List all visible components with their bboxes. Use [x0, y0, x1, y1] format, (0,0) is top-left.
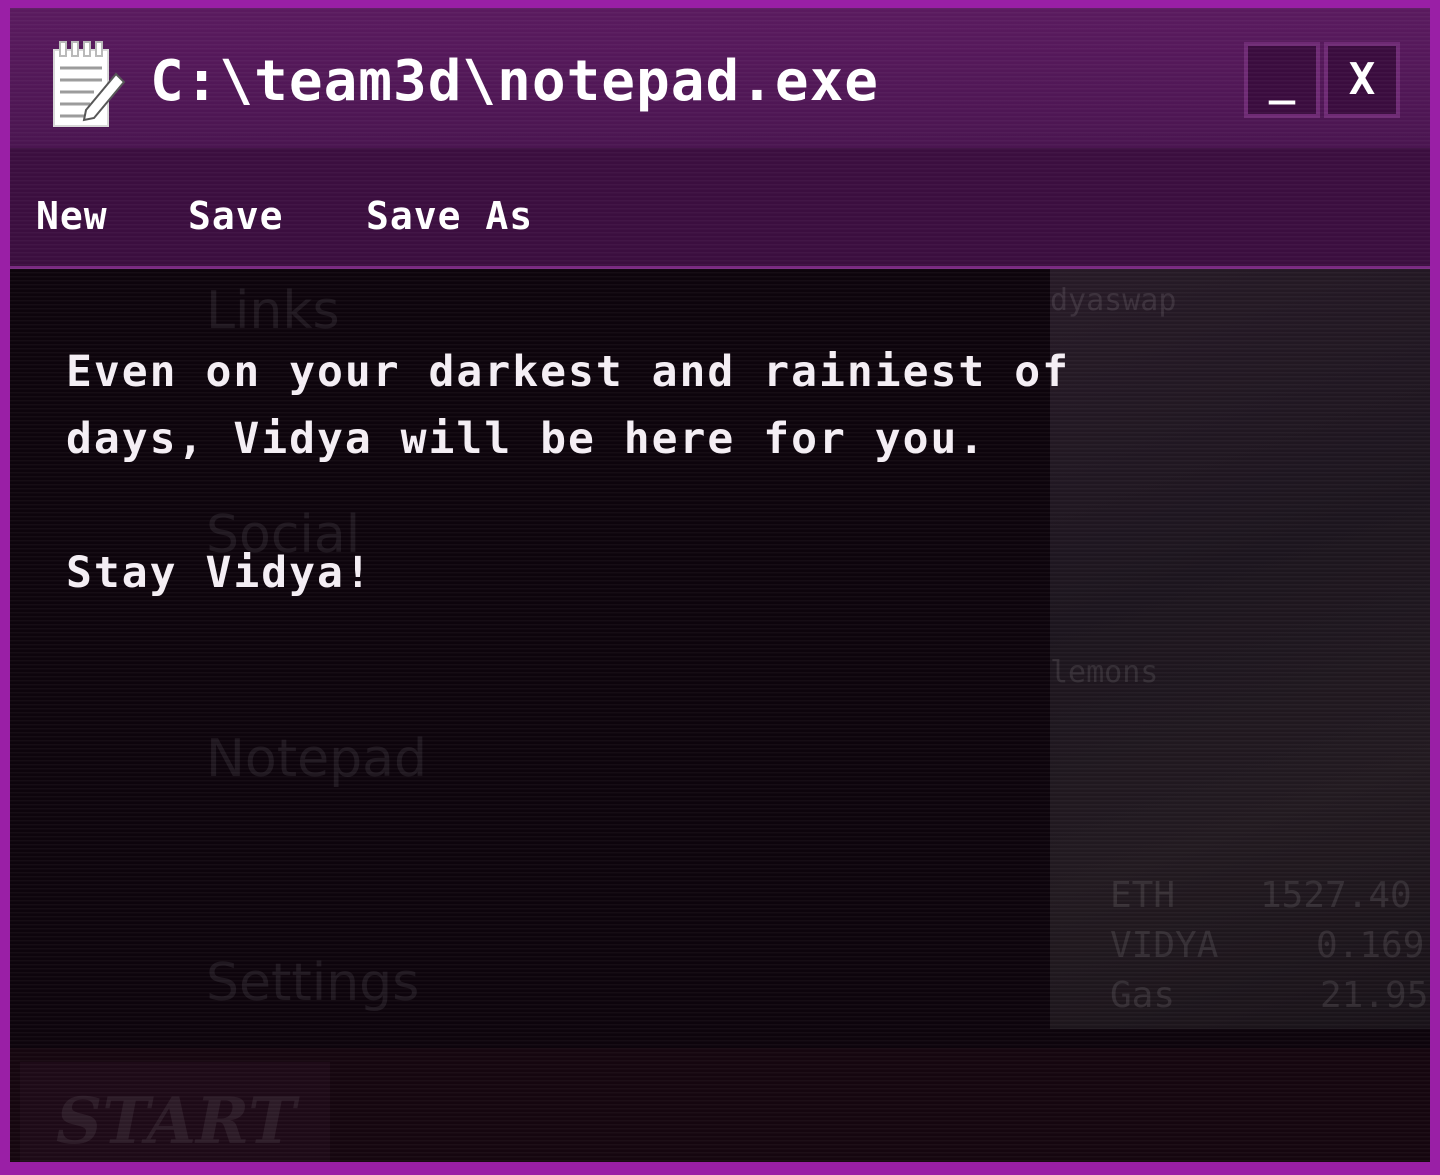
ghost-price-value: 1527.40 — [1260, 875, 1412, 916]
ghost-price-name: Gas — [1110, 975, 1176, 1016]
window-title: C:\team3d\notepad.exe — [150, 49, 880, 114]
notepad-window: C:\team3d\notepad.exe _ X New Save Save … — [10, 8, 1430, 1162]
ghost-settings-label: Settings — [206, 953, 420, 1013]
menu-new-button[interactable]: New — [36, 194, 108, 238]
ghost-lemons-label: lemons — [1050, 655, 1159, 690]
ghost-links-label: Links — [206, 281, 340, 341]
close-button[interactable]: X — [1324, 42, 1400, 118]
minimize-button[interactable]: _ — [1244, 42, 1320, 118]
ghost-price-value: 0.169 — [1316, 925, 1425, 966]
note-textarea[interactable]: Even on your darkest and rainiest of day… — [66, 339, 1316, 607]
menu-save-button[interactable]: Save — [188, 194, 284, 238]
ghost-price-name: VIDYA — [1110, 925, 1219, 966]
ghost-dyaswap-label: dyaswap — [1050, 283, 1177, 318]
notepad-icon — [53, 41, 126, 127]
start-button[interactable]: START — [20, 1062, 330, 1162]
ghost-price-value: 21.95 — [1320, 975, 1429, 1016]
menu-save-as-button[interactable]: Save As — [366, 194, 533, 238]
document-area: Links Social Notepad Settings dyaswap le… — [10, 269, 1430, 1162]
title-bar[interactable]: C:\team3d\notepad.exe _ X — [10, 8, 1430, 148]
ghost-price-name: ETH — [1110, 875, 1176, 916]
menu-bar: New Save Save As — [10, 148, 1430, 269]
taskbar: START — [10, 1048, 1430, 1162]
ghost-notepad-label: Notepad — [206, 729, 427, 789]
